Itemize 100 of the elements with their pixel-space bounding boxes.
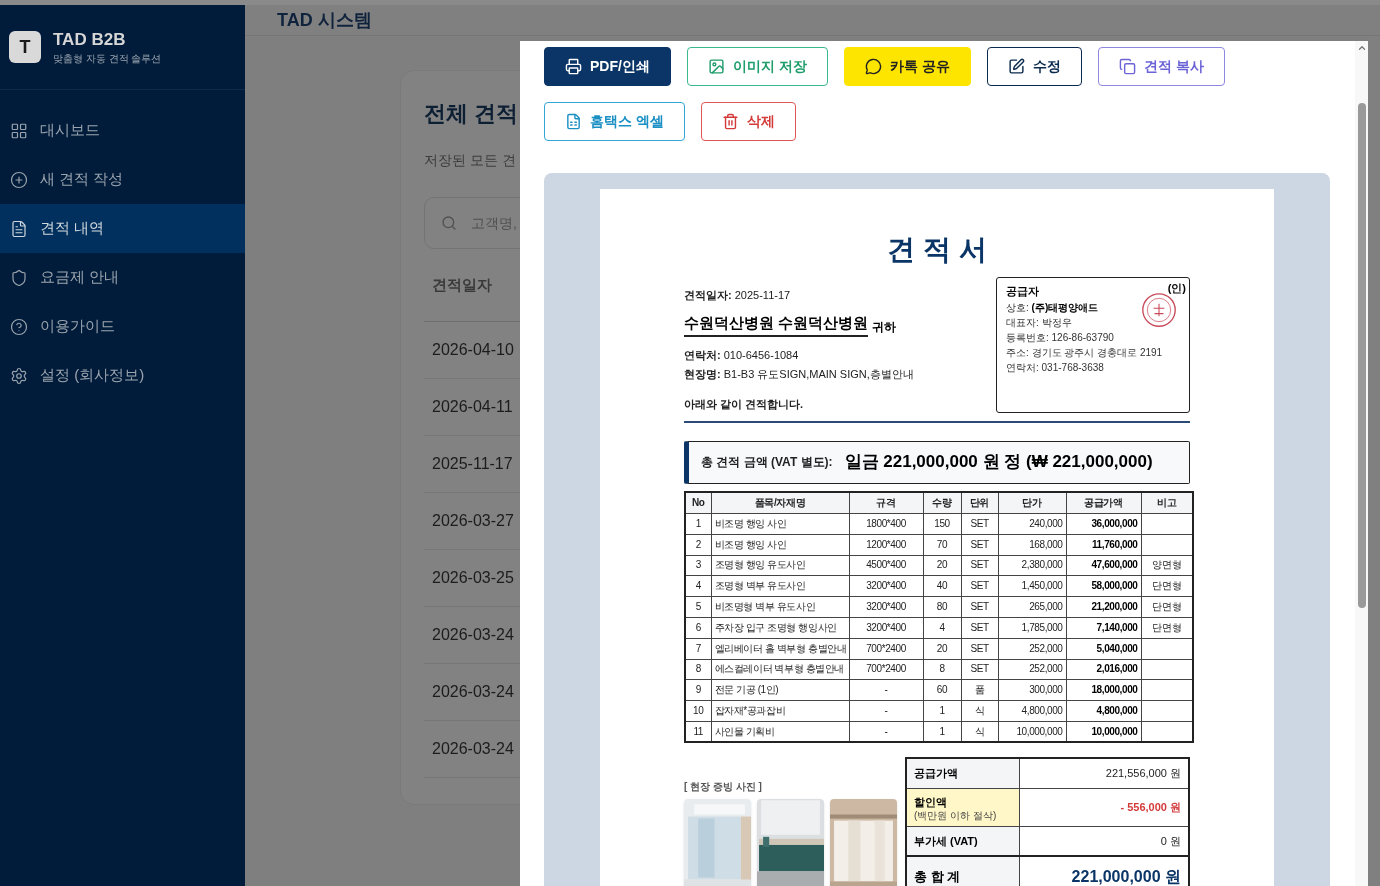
summary-label: 부가세 (VAT) [914,833,979,849]
document-title: 견 적 서 [886,233,988,267]
table-cell: 150 [934,517,950,529]
grid-icon [10,121,28,140]
plus-circle-icon [10,170,28,189]
honorific: 귀하 [872,319,897,336]
client-name: 수원덕산병원 수원덕산병원 [684,311,869,337]
column-header: No [685,491,711,514]
table-cell: 비조명형 벽부 유도사인 [714,601,816,613]
supplier-info: 상호: (주)태평양애드 [1006,301,1099,315]
nav-item[interactable]: 견적 내역 [0,204,245,253]
scrollbar-thumb[interactable] [1357,103,1366,608]
logo-badge: T [9,31,41,63]
brand-tagline: 맞춤형 자동 견적 솔루션 [53,51,162,66]
table-cell: 11 [693,725,704,737]
table-cell: 양면형 [1152,559,1182,571]
action-button[interactable]: 견적 복사 [1097,47,1225,86]
table-cell: 4 [939,621,945,633]
table-cell: 58,000,000 [1091,580,1138,592]
table-cell: SET [970,663,989,675]
table-cell: 5 [695,601,701,613]
table-cell-text: 2026-03-25 [432,568,514,588]
table-cell: 2 [695,538,701,550]
table-cell: 9 [695,684,701,696]
table-cell-text: 2026-03-27 [432,511,514,531]
copy-icon [1118,58,1136,75]
table-cell: 700*2400 [866,642,906,654]
nav-item[interactable]: 이용가이드 [0,302,245,351]
summary-value: - 556,000 원 [1120,801,1181,813]
nav-item[interactable]: 대시보드 [0,106,245,155]
table-cell: 비조명 행잉 사인 [714,538,787,550]
shield-icon [10,268,28,287]
table-cell: 20 [936,642,948,654]
table-cell: 168,000 [1029,538,1063,550]
table-cell: 8 [939,663,945,675]
settings-icon [10,366,28,385]
table-cell: 1 [939,705,945,717]
action-button[interactable]: 수정 [986,47,1082,86]
table-cell-text: 2026-03-24 [432,625,514,645]
action-button[interactable]: 홈택스 엑셀 [544,102,685,141]
table-cell: 18,000,000 [1091,684,1138,696]
table-cell: 36,000,000 [1091,517,1138,529]
table-cell: 주차장 입구 조명형 행잉사인 [714,621,837,633]
table-cell: - [884,684,888,696]
table-cell: 조명형 행잉 유도사인 [714,559,806,571]
action-button[interactable]: PDF/인쇄 [544,47,671,86]
app-title: TAD 시스템 [277,8,372,32]
table-cell: 10,000,000 [1091,725,1138,737]
table-cell: 2,016,000 [1096,663,1138,675]
nav-item[interactable]: 요금제 안내 [0,253,245,302]
table-cell: 단면형 [1152,580,1182,592]
trash-icon [721,113,739,130]
image-icon [707,58,725,75]
table-cell: 1,450,000 [1021,580,1063,592]
table-cell: 11,760,000 [1092,538,1138,550]
summary-label: 공급가액 [914,766,959,782]
table-cell: 10 [693,705,704,717]
table-cell-text: 2026-03-24 [432,682,514,702]
summary-label: 할인액 [914,794,948,810]
table-cell: 252,000 [1029,642,1063,654]
scroll-up-icon[interactable] [1356,43,1367,53]
seal-mark: (인) [1167,281,1186,296]
photos-label: [ 현장 증빙 사진 ] [684,780,763,795]
table-cell: 품 [974,684,985,696]
table-cell: 1 [695,517,701,529]
action-button[interactable]: 삭제 [700,102,796,141]
client-contact: 연락처: 010-6456-1084 [684,348,800,363]
column-header: 단가 [998,491,1066,514]
table-cell: 10,000,000 [1016,725,1063,737]
table-cell: 4,800,000 [1021,705,1063,717]
table-cell: 8 [695,663,701,675]
supplier-info: 주소: 경기도 광주시 경충대로 2191 [1006,346,1163,360]
table-cell: 265,000 [1029,601,1063,613]
table-cell: 전문 기공 (1인) [714,684,779,696]
table-cell: 6 [695,621,701,633]
table-cell: 3200*400 [866,580,906,592]
supplier-info: 대표자: 박정우 [1006,316,1072,330]
table-cell: 240,000 [1029,517,1063,529]
table-cell: 식 [974,725,985,737]
table-cell: 엘리베이터 홀 벽부형 층별안내 [714,642,847,654]
table-cell: 4,800,000 [1096,705,1138,717]
table-cell: 47,600,000 [1091,559,1138,571]
table-cell: 60 [936,684,948,696]
table-cell: 잡자재*공과잡비 [714,705,786,717]
table-cell: 40 [936,580,948,592]
nav-item[interactable]: 설정 (회사정보) [0,351,245,400]
scrollbar[interactable] [1355,41,1368,886]
nav-item[interactable]: 새 견적 작성 [0,155,245,204]
table-cell: 21,200,000 [1091,601,1138,613]
edit-icon [1007,58,1025,75]
table-cell: SET [970,621,989,633]
summary-value: 221,000,000 원 [1071,867,1181,885]
column-header: 수량 [923,491,961,514]
site-name: 현장명: B1-B3 유도SIGN,MAIN SIGN,층별안내 [684,366,914,382]
action-button[interactable]: 카톡 공유 [843,47,971,86]
help-icon [10,317,28,336]
table-cell: 252,000 [1029,663,1063,675]
table-cell: SET [970,517,989,529]
summary-value: 221,556,000 원 [1105,767,1181,780]
table-cell: 4500*400 [866,559,906,571]
